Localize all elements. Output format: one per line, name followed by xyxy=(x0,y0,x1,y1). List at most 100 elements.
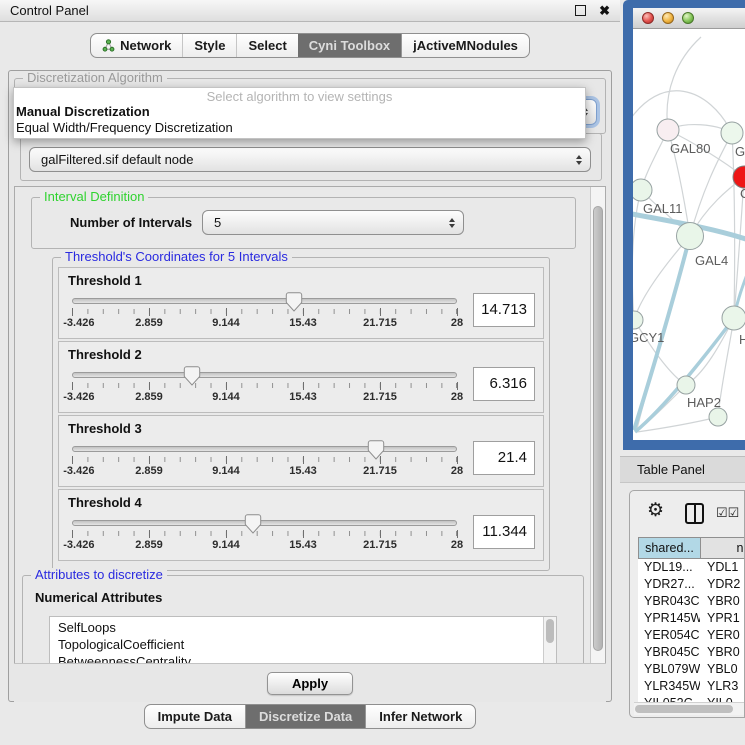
node-label: GAL11 xyxy=(643,201,683,216)
right-region: GAL80 GA C GAL11 GAL4 GCY1 H HAP2 Table … xyxy=(620,0,745,745)
node[interactable] xyxy=(722,306,745,330)
slider-scale: -3.4262.8599.14415.4321.71528 xyxy=(72,391,457,404)
scale-label: 2.859 xyxy=(135,465,163,477)
table-data-combobox[interactable]: galFiltered.sif default node xyxy=(29,147,591,172)
tab-jactivemnodules[interactable]: jActiveMNodules xyxy=(401,34,529,57)
column-header-name[interactable]: na xyxy=(701,538,745,558)
node-label: HAP2 xyxy=(687,395,721,410)
attributes-scrollbar[interactable] xyxy=(543,617,556,664)
slider-track[interactable] xyxy=(72,298,457,304)
bottom-tab-discretize-data[interactable]: Discretize Data xyxy=(245,705,365,728)
scale-label: 28 xyxy=(451,317,463,329)
gear-icon[interactable]: ⚙ xyxy=(647,500,664,522)
threshold-slider[interactable]: -3.4262.8599.14415.4321.71528 xyxy=(72,437,457,478)
columns-icon[interactable] xyxy=(685,503,704,524)
network-window-frame[interactable]: GAL80 GA C GAL11 GAL4 GCY1 H HAP2 xyxy=(623,0,745,450)
scrollbar-thumb[interactable] xyxy=(593,206,603,651)
scrollbar-thumb[interactable] xyxy=(546,619,554,643)
node-label: GA xyxy=(735,144,745,159)
table-row[interactable]: YDL19...YDL1 xyxy=(638,559,745,576)
attributes-group: Attributes to discretize Numerical Attri… xyxy=(22,575,584,664)
threshold-row: -3.4262.8599.14415.4321.71528 6.316 xyxy=(59,362,543,404)
scale-label: 9.144 xyxy=(212,391,240,403)
scale-label: -3.426 xyxy=(63,465,94,477)
zoom-traffic-light-icon[interactable] xyxy=(682,12,694,24)
tab-label: jActiveMNodules xyxy=(413,38,518,53)
threshold-slider[interactable]: -3.4262.8599.14415.4321.71528 xyxy=(72,511,457,552)
table-row[interactable]: YLR345WYLR3 xyxy=(638,678,745,695)
scale-label: 15.43 xyxy=(289,539,317,551)
table-header-row: shared... na xyxy=(638,537,745,559)
control-panel: Control Panel ✖ NetworkStyleSelectCyni T… xyxy=(0,0,620,745)
thresholds-group: Threshold's Coordinates for 5 Intervals … xyxy=(52,257,550,571)
slider-scale: -3.4262.8599.14415.4321.71528 xyxy=(72,317,457,330)
table-row[interactable]: YBR043CYBR0 xyxy=(638,593,745,610)
thresholds-group-title: Threshold's Coordinates for 5 Intervals xyxy=(61,250,292,264)
attribute-item-selfloops[interactable]: SelfLoops xyxy=(58,619,556,636)
tab-label: Select xyxy=(248,38,286,53)
table-row[interactable]: YIL052CYIL0 xyxy=(638,695,745,702)
cell-name: YIL0 xyxy=(700,695,745,702)
cell-name: YDR2 xyxy=(700,576,745,593)
cell-name: YPR1 xyxy=(700,610,745,627)
tab-network[interactable]: Network xyxy=(91,34,182,57)
node-gal4[interactable] xyxy=(677,223,704,250)
node-gal80[interactable] xyxy=(657,119,679,141)
close-icon[interactable]: ✖ xyxy=(599,3,610,19)
slider-handle[interactable] xyxy=(245,514,262,534)
tab-cyni-toolbox[interactable]: Cyni Toolbox xyxy=(298,34,401,57)
slider-track[interactable] xyxy=(72,520,457,526)
threshold-label: Threshold 3 xyxy=(59,416,543,436)
attribute-item-topologicalcoefficient[interactable]: TopologicalCoefficient xyxy=(58,636,556,653)
network-window-titlebar xyxy=(633,8,745,29)
slider-handle[interactable] xyxy=(367,440,384,460)
node[interactable] xyxy=(721,122,743,144)
network-canvas[interactable]: GAL80 GA C GAL11 GAL4 GCY1 H HAP2 xyxy=(633,29,745,440)
algorithm-option-equal-width[interactable]: Equal Width/Frequency Discretization xyxy=(14,120,585,136)
cell-shared-name: YDR27... xyxy=(638,576,700,593)
bottom-tab-impute-data[interactable]: Impute Data xyxy=(145,705,245,728)
network-window: GAL80 GA C GAL11 GAL4 GCY1 H HAP2 xyxy=(633,8,745,440)
slider-track[interactable] xyxy=(72,372,457,378)
threshold-value-field[interactable]: 14.713 xyxy=(473,293,535,327)
settings-scrollpane: Interval Definition Number of Intervals … xyxy=(14,186,606,664)
settings-vertical-scrollbar[interactable] xyxy=(590,187,605,663)
minimize-traffic-light-icon[interactable] xyxy=(662,12,674,24)
table-row[interactable]: YBR045CYBR0 xyxy=(638,644,745,661)
tab-label: Network xyxy=(120,38,171,53)
table-horizontal-scrollbar[interactable] xyxy=(634,702,744,715)
table-row[interactable]: YPR145WYPR1 xyxy=(638,610,745,627)
threshold-value-field[interactable]: 6.316 xyxy=(473,367,535,401)
settings-content: Interval Definition Number of Intervals … xyxy=(15,187,590,663)
threshold-value-field[interactable]: 21.4 xyxy=(473,441,535,475)
node-gcy1[interactable] xyxy=(633,311,643,329)
table-row[interactable]: YDR27...YDR2 xyxy=(638,576,745,593)
cell-shared-name: YDL19... xyxy=(638,559,700,576)
tab-select[interactable]: Select xyxy=(236,34,297,57)
float-window-icon[interactable] xyxy=(575,5,586,16)
tab-style[interactable]: Style xyxy=(182,34,236,57)
node-gal11[interactable] xyxy=(633,179,652,201)
scrollbar-thumb[interactable] xyxy=(635,705,733,713)
table-row[interactable]: YER054CYER0 xyxy=(638,627,745,644)
slider-handle[interactable] xyxy=(183,366,200,386)
close-traffic-light-icon[interactable] xyxy=(642,12,654,24)
apply-button[interactable]: Apply xyxy=(267,672,353,695)
scale-label: 2.859 xyxy=(135,539,163,551)
cell-name: YER0 xyxy=(700,627,745,644)
combo-spinner-icon xyxy=(449,218,455,228)
threshold-slider[interactable]: -3.4262.8599.14415.4321.71528 xyxy=(72,289,457,330)
node-hap2[interactable] xyxy=(677,376,695,394)
node-label: C xyxy=(740,186,745,201)
number-of-intervals-combobox[interactable]: 5 xyxy=(202,210,464,235)
slider-track[interactable] xyxy=(72,446,457,452)
threshold-slider[interactable]: -3.4262.8599.14415.4321.71528 xyxy=(72,363,457,404)
threshold-value-field[interactable]: 11.344 xyxy=(473,515,535,549)
select-columns-checkboxes-icon[interactable]: ☑☑ xyxy=(716,505,739,521)
algorithm-option-manual[interactable]: Manual Discretization xyxy=(14,104,585,120)
table-row[interactable]: YBL079WYBL0 xyxy=(638,661,745,678)
slider-handle[interactable] xyxy=(286,292,303,312)
column-header-shared-name[interactable]: shared... xyxy=(639,538,701,558)
bottom-tab-infer-network[interactable]: Infer Network xyxy=(365,705,475,728)
node[interactable] xyxy=(709,408,727,426)
